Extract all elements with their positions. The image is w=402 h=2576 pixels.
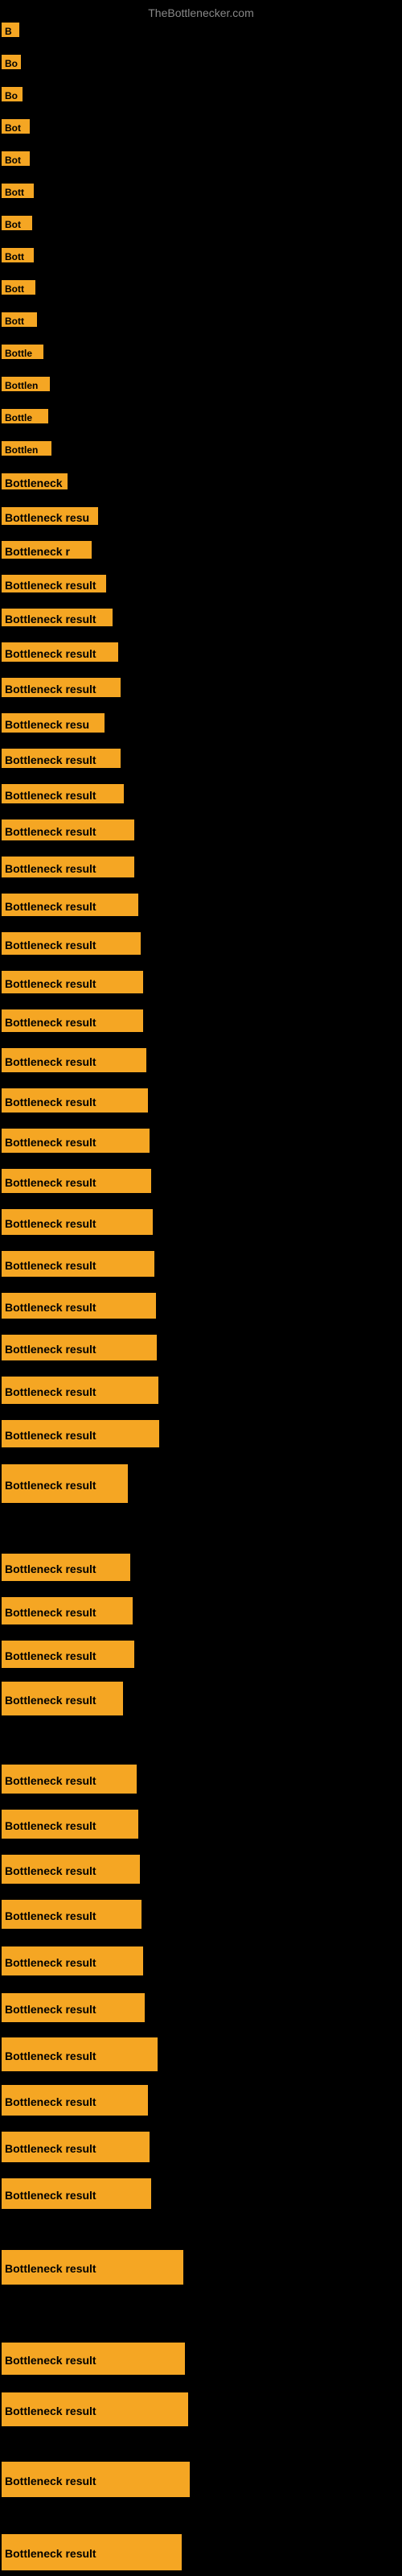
bottleneck-item-1: B [2, 23, 19, 37]
bottleneck-item-32: Bottleneck result [2, 1088, 148, 1113]
bottleneck-item-3: Bo [2, 87, 23, 101]
bottleneck-item-51: Bottleneck result [2, 1993, 145, 2022]
bottleneck-item-54: Bottleneck result [2, 2132, 150, 2162]
bottleneck-item-15: Bottleneck [2, 473, 68, 489]
bottleneck-item-25: Bottleneck result [2, 819, 134, 840]
bottleneck-item-47: Bottleneck result [2, 1810, 138, 1839]
bottleneck-item-40: Bottleneck result [2, 1420, 159, 1447]
bottleneck-item-16: Bottleneck resu [2, 507, 98, 525]
bottleneck-item-58: Bottleneck result [2, 2392, 188, 2426]
bottleneck-item-12: Bottlen [2, 377, 50, 391]
bottleneck-item-5: Bot [2, 151, 30, 166]
bottleneck-item-29: Bottleneck result [2, 971, 143, 993]
bottleneck-item-7: Bot [2, 216, 32, 230]
bottleneck-item-2: Bo [2, 55, 21, 69]
bottleneck-item-38: Bottleneck result [2, 1335, 157, 1360]
bottleneck-item-8: Bott [2, 248, 34, 262]
bottleneck-item-4: Bot [2, 119, 30, 134]
bottleneck-item-21: Bottleneck result [2, 678, 121, 697]
bottleneck-item-20: Bottleneck result [2, 642, 118, 662]
bottleneck-item-56: Bottleneck result [2, 2250, 183, 2285]
site-title: TheBottlenecker.com [148, 6, 254, 19]
bottleneck-item-24: Bottleneck result [2, 784, 124, 803]
bottleneck-item-49: Bottleneck result [2, 1900, 142, 1929]
bottleneck-item-53: Bottleneck result [2, 2085, 148, 2116]
bottleneck-item-23: Bottleneck result [2, 749, 121, 768]
bottleneck-item-10: Bott [2, 312, 37, 327]
bottleneck-item-36: Bottleneck result [2, 1251, 154, 1277]
bottleneck-item-34: Bottleneck result [2, 1169, 151, 1193]
bottleneck-item-55: Bottleneck result [2, 2178, 151, 2209]
bottleneck-item-44: Bottleneck result [2, 1641, 134, 1668]
bottleneck-item-46: Bottleneck result [2, 1765, 137, 1794]
bottleneck-item-13: Bottle [2, 409, 48, 423]
bottleneck-item-11: Bottle [2, 345, 43, 359]
bottleneck-item-35: Bottleneck result [2, 1209, 153, 1235]
bottleneck-item-14: Bottlen [2, 441, 51, 456]
bottleneck-item-6: Bott [2, 184, 34, 198]
bottleneck-item-9: Bott [2, 280, 35, 295]
bottleneck-item-42: Bottleneck result [2, 1554, 130, 1581]
bottleneck-item-52: Bottleneck result [2, 2037, 158, 2071]
bottleneck-item-48: Bottleneck result [2, 1855, 140, 1884]
bottleneck-item-31: Bottleneck result [2, 1048, 146, 1072]
bottleneck-item-45: Bottleneck result [2, 1682, 123, 1715]
bottleneck-item-39: Bottleneck result [2, 1377, 158, 1404]
bottleneck-item-18: Bottleneck result [2, 575, 106, 592]
bottleneck-item-30: Bottleneck result [2, 1009, 143, 1032]
bottleneck-item-60: Bottleneck result [2, 2534, 182, 2570]
bottleneck-item-50: Bottleneck result [2, 1946, 143, 1975]
bottleneck-item-17: Bottleneck r [2, 541, 92, 559]
bottleneck-item-22: Bottleneck resu [2, 713, 105, 733]
bottleneck-item-26: Bottleneck result [2, 857, 134, 877]
bottleneck-item-19: Bottleneck result [2, 609, 113, 626]
bottleneck-item-59: Bottleneck result [2, 2462, 190, 2497]
bottleneck-item-28: Bottleneck result [2, 932, 141, 955]
bottleneck-item-57: Bottleneck result [2, 2343, 185, 2375]
bottleneck-item-27: Bottleneck result [2, 894, 138, 916]
bottleneck-item-43: Bottleneck result [2, 1597, 133, 1624]
bottleneck-item-33: Bottleneck result [2, 1129, 150, 1153]
bottleneck-item-41: Bottleneck result [2, 1464, 128, 1503]
bottleneck-item-37: Bottleneck result [2, 1293, 156, 1319]
